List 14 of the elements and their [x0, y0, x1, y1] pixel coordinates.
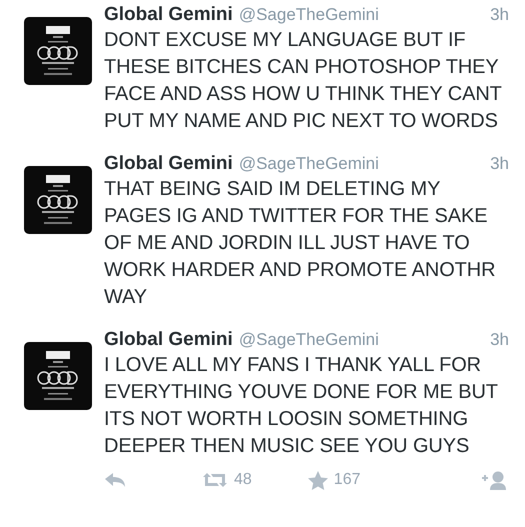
retweet-count: 48 — [234, 471, 252, 489]
user-name: Global Gemini — [104, 329, 233, 351]
tweet-time: 3h — [490, 154, 509, 174]
favorite-count: 167 — [334, 471, 360, 489]
user-name: Global Gemini — [104, 4, 233, 26]
user-handle: @SageTheGemini — [238, 330, 380, 350]
tweet-text: THAT BEING SAID IM DELETING MY PAGES IG AND TWITTER FOR THE SAKE OF ME AND JORDIN ILL JUST HAVE TO WORK HARDER AND PROMOTE ANOTHR WAY — [104, 177, 496, 310]
tweet-text: DONT EXCUSE MY LANGUAGE BUT IF THESE BITCHES CAN PHOTOSHOP THEY FACE AND ASS HOW U THINK THEY CANT PUT MY NAME AND PIC NEXT TO WORDS — [104, 28, 502, 134]
tweet-time: 3h — [490, 5, 509, 25]
user-name: Global Gemini — [104, 153, 233, 175]
tweet-time: 3h — [490, 330, 509, 350]
tweet-text: I LOVE ALL MY FANS I THANK YALL FOR EVERYTHING YOUVE DONE FOR ME BUT ITS NOT WORTH LOOSIN SOMETHING DEEPER THEN MUSIC SEE YOU GUYS — [104, 353, 499, 459]
user-handle: @SageTheGemini — [238, 154, 380, 174]
user-handle: @SageTheGemini — [238, 5, 380, 25]
